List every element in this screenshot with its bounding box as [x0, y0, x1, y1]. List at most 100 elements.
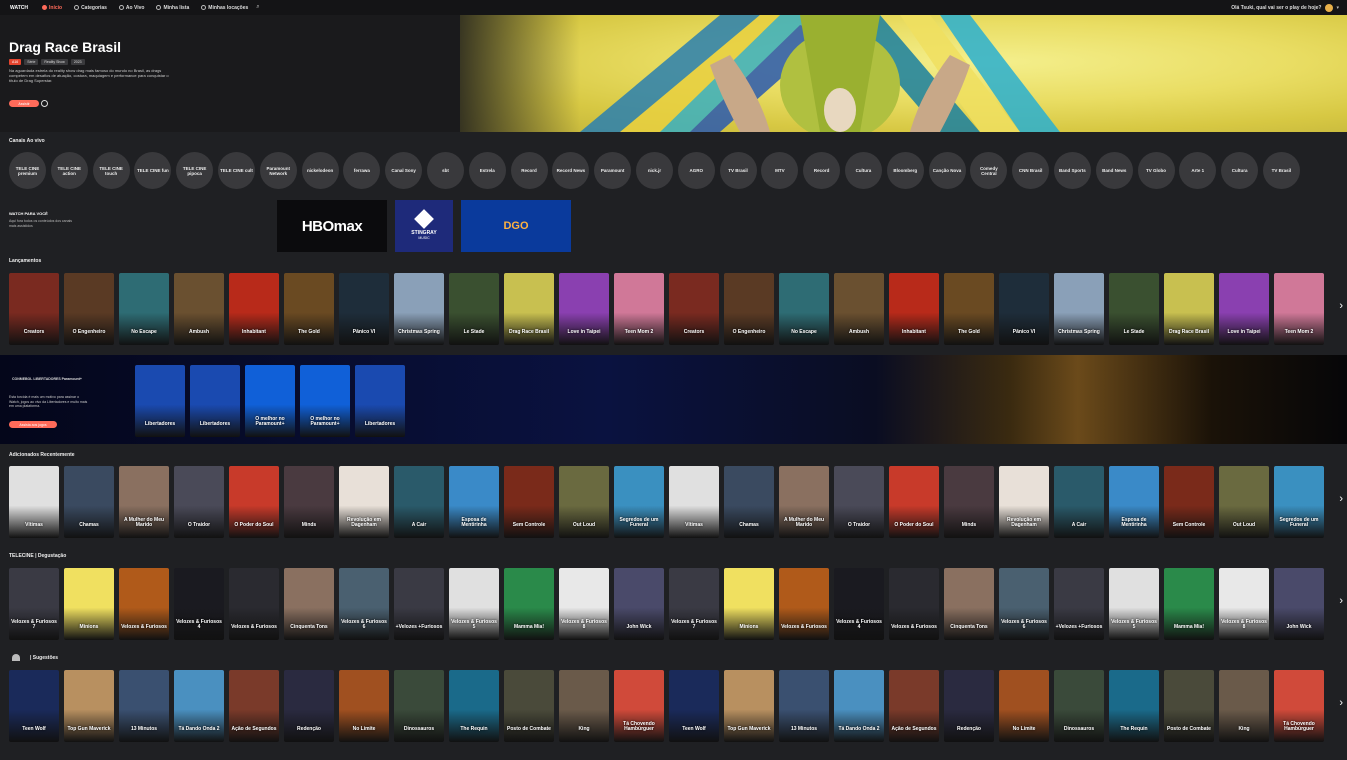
movie-poster[interactable]: Chamas	[64, 466, 114, 538]
movie-poster[interactable]: Cinquenta Tons	[944, 568, 994, 640]
channel-logo[interactable]: Band News	[1095, 152, 1133, 189]
movie-poster[interactable]: A Cair	[394, 466, 444, 538]
movie-poster[interactable]: Teen Wolf	[669, 670, 719, 742]
movie-poster[interactable]: A Mulher do Meu Marido	[119, 466, 169, 538]
movie-poster[interactable]: Top Gun Maverick	[64, 670, 114, 742]
channel-logo[interactable]: AGRO	[677, 152, 715, 189]
movie-poster[interactable]: O Traidor	[834, 466, 884, 538]
channel-logo[interactable]: Band Sports	[1053, 152, 1091, 189]
movie-poster[interactable]: O melhor no Paramount+	[245, 365, 295, 437]
movie-poster[interactable]: Redenção	[944, 670, 994, 742]
movie-poster[interactable]: John Wick	[1274, 568, 1324, 640]
chevron-right-icon[interactable]: ›	[1339, 595, 1343, 607]
movie-poster[interactable]: O Traidor	[174, 466, 224, 538]
movie-poster[interactable]: Chamas	[724, 466, 774, 538]
movie-poster[interactable]: Dinossauros	[1054, 670, 1104, 742]
movie-poster[interactable]: Velozes & Furiosos	[889, 568, 939, 640]
channel-logo[interactable]: Estrela	[468, 152, 506, 189]
movie-poster[interactable]: The Requin	[1109, 670, 1159, 742]
movie-poster[interactable]: Love in Taipei	[1219, 273, 1269, 345]
nav-item-ao-vivo[interactable]: Ao Vivo	[118, 5, 144, 11]
movie-poster[interactable]: No Limite	[339, 670, 389, 742]
movie-poster[interactable]: Velozes & Furiosos 4	[174, 568, 224, 640]
movie-poster[interactable]: Creators	[9, 273, 59, 345]
movie-poster[interactable]: Velozes & Furiosos 8	[559, 568, 609, 640]
movie-poster[interactable]: The Gold	[944, 273, 994, 345]
movie-poster[interactable]: Drag Race Brasil	[1164, 273, 1214, 345]
chevron-right-icon[interactable]: ›	[1339, 493, 1343, 505]
channel-logo[interactable]: TELE CINE cult	[217, 152, 255, 189]
movie-poster[interactable]: +Velozes +Furiosos	[394, 568, 444, 640]
movie-poster[interactable]: Segredos de um Funeral	[614, 466, 664, 538]
chevron-right-icon[interactable]: ›	[1339, 300, 1343, 312]
channel-logo[interactable]: CNN Brasil	[1012, 152, 1050, 189]
channel-logo[interactable]: nickelodeon	[301, 152, 339, 189]
movie-poster[interactable]: King	[559, 670, 609, 742]
movie-poster[interactable]: Esposa de Mentirinha	[449, 466, 499, 538]
info-icon[interactable]	[41, 100, 48, 107]
movie-poster[interactable]: Inhabitant	[229, 273, 279, 345]
movie-poster[interactable]: Christmas Spring	[1054, 273, 1104, 345]
movie-poster[interactable]: Libertadores	[190, 365, 240, 437]
movie-poster[interactable]: No Escape	[779, 273, 829, 345]
movie-poster[interactable]: O Poder do Soul	[889, 466, 939, 538]
movie-poster[interactable]: Tá Dando Onda 2	[174, 670, 224, 742]
movie-poster[interactable]: Minions	[64, 568, 114, 640]
movie-poster[interactable]: Vítimas	[9, 466, 59, 538]
nav-item-inicio[interactable]: Início	[42, 5, 62, 11]
avatar[interactable]	[1325, 3, 1334, 12]
movie-poster[interactable]: Out Loud	[1219, 466, 1269, 538]
movie-poster[interactable]: Teen Mom 2	[614, 273, 664, 345]
movie-poster[interactable]: Minds	[944, 466, 994, 538]
channel-logo[interactable]: Cultura	[1221, 152, 1259, 189]
movie-poster[interactable]: Velozes & Furiosos 6	[999, 568, 1049, 640]
channel-logo[interactable]: ferrawa	[343, 152, 381, 189]
channel-logo[interactable]: Arte 1	[1179, 152, 1217, 189]
channel-logo[interactable]: MTV	[761, 152, 799, 189]
movie-poster[interactable]: Esposa de Mentirinha	[1109, 466, 1159, 538]
movie-poster[interactable]: Velozes & Furiosos 6	[339, 568, 389, 640]
movie-poster[interactable]: Posto de Combate	[1164, 670, 1214, 742]
movie-poster[interactable]: Le Stade	[449, 273, 499, 345]
movie-poster[interactable]: Teen Mom 2	[1274, 273, 1324, 345]
channel-logo[interactable]: sbt	[426, 152, 464, 189]
movie-poster[interactable]: No Escape	[119, 273, 169, 345]
movie-poster[interactable]: Segredos de um Funeral	[1274, 466, 1324, 538]
movie-poster[interactable]: Le Stade	[1109, 273, 1159, 345]
channel-logo[interactable]: Paramount	[594, 152, 632, 189]
channel-logo[interactable]: TELE CINE touch	[92, 152, 130, 189]
movie-poster[interactable]: Velozes & Furiosos 5	[449, 568, 499, 640]
movie-poster[interactable]: 13 Minutos	[119, 670, 169, 742]
channel-logo[interactable]: Canção Nova	[928, 152, 966, 189]
movie-poster[interactable]: A Cair	[1054, 466, 1104, 538]
movie-poster[interactable]: Velozes & Furiosos 5	[1109, 568, 1159, 640]
movie-poster[interactable]: Ambush	[834, 273, 884, 345]
movie-poster[interactable]: Christmas Spring	[394, 273, 444, 345]
movie-poster[interactable]: Mamma Mia!	[504, 568, 554, 640]
movie-poster[interactable]: Revolução em Dagenham	[999, 466, 1049, 538]
channel-logo[interactable]: TV Globo	[1137, 152, 1175, 189]
movie-poster[interactable]: The Requin	[449, 670, 499, 742]
movie-poster[interactable]: Drag Race Brasil	[504, 273, 554, 345]
movie-poster[interactable]: O Engenheiro	[64, 273, 114, 345]
channel-logo[interactable]: TELE CINE pipoca	[176, 152, 214, 189]
movie-poster[interactable]: +Velozes +Furiosos	[1054, 568, 1104, 640]
channel-logo[interactable]: Cultura	[844, 152, 882, 189]
movie-poster[interactable]: Velozes & Furiosos 4	[834, 568, 884, 640]
movie-poster[interactable]: Love in Taipei	[559, 273, 609, 345]
movie-poster[interactable]: Tá Dando Onda 2	[834, 670, 884, 742]
movie-poster[interactable]: Dinossauros	[394, 670, 444, 742]
movie-poster[interactable]: Velozes & Furiosos 8	[1219, 568, 1269, 640]
movie-poster[interactable]: The Gold	[284, 273, 334, 345]
dgo-tile[interactable]: DGO	[461, 200, 571, 252]
movie-poster[interactable]: Minds	[284, 466, 334, 538]
movie-poster[interactable]: Ambush	[174, 273, 224, 345]
movie-poster[interactable]: 13 Minutos	[779, 670, 829, 742]
movie-poster[interactable]: Teen Wolf	[9, 670, 59, 742]
stingray-tile[interactable]: STINGRAY MUSIC	[395, 200, 453, 252]
movie-poster[interactable]: Posto de Combate	[504, 670, 554, 742]
movie-poster[interactable]: Inhabitant	[889, 273, 939, 345]
movie-poster[interactable]: Sem Controle	[504, 466, 554, 538]
channel-logo[interactable]: Record News	[552, 152, 590, 189]
movie-poster[interactable]: John Wick	[614, 568, 664, 640]
